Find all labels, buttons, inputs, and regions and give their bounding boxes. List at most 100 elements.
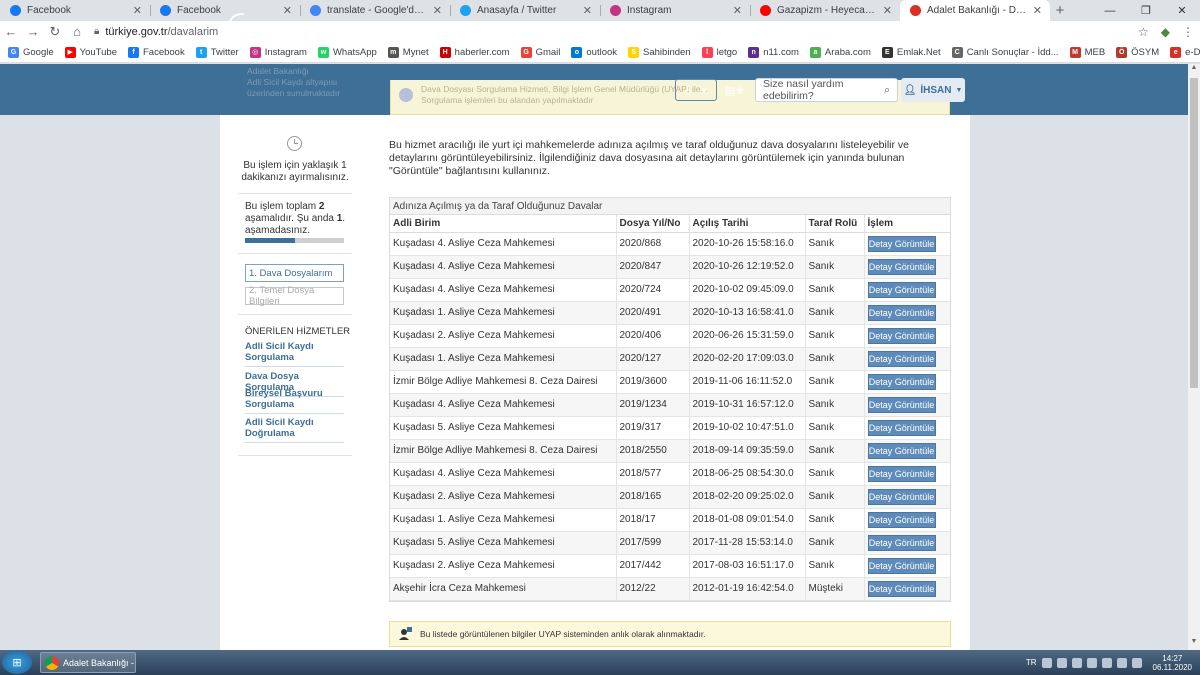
close-window-icon[interactable]: ✕ xyxy=(1164,0,1200,21)
bookmark-item[interactable]: m Mynet xyxy=(387,46,429,58)
bookmark-item[interactable]: Ö ÖSYM xyxy=(1116,46,1159,58)
system-tray: TR 14:27 06.11.2020 xyxy=(1026,650,1192,675)
taskbar-chrome-item[interactable]: Adalet Bakanlığı - ... xyxy=(40,652,136,673)
close-tab-icon[interactable]: ✕ xyxy=(883,4,892,17)
bookmark-item[interactable]: n n11.com xyxy=(748,46,799,58)
browser-tab[interactable]: Anasayfa / Twitter ✕ xyxy=(450,0,600,21)
step-1-button[interactable]: 1. Dava Dosyalarım xyxy=(245,264,344,282)
start-button[interactable]: ⊞ xyxy=(2,651,32,674)
detail-view-button[interactable]: Detay Görüntüle xyxy=(867,373,936,390)
cell-dosya-no: 2017/442 xyxy=(616,554,690,578)
minimize-icon[interactable]: — xyxy=(1092,0,1128,21)
bookmark-item[interactable]: ◎ Instagram xyxy=(249,46,307,58)
youtube-icon xyxy=(760,5,771,16)
bookmark-item[interactable]: t Twitter xyxy=(195,46,239,58)
browser-tab[interactable]: Adalet Bakanlığı - Dava Dosyası ✕ xyxy=(900,0,1050,21)
bookmark-item[interactable]: C Canlı Sonuçlar - İdd... xyxy=(951,46,1059,58)
tray-app-icon[interactable] xyxy=(1041,657,1052,668)
detail-view-button[interactable]: Detay Görüntüle xyxy=(867,235,936,252)
detail-view-button[interactable]: Detay Görüntüle xyxy=(867,488,936,505)
recommended-link-bireysel-basvuru[interactable]: Bireysel Başvuru Sorgulama xyxy=(245,388,344,414)
bookmark-favicon-icon: G xyxy=(520,46,532,58)
card-star-button[interactable]: ▤★ xyxy=(719,79,751,101)
detail-view-button[interactable]: Detay Görüntüle xyxy=(867,304,936,321)
browser-tab[interactable]: Gazapizm - Heyecanı Yok (O ✕ xyxy=(750,0,900,21)
bookmark-item[interactable]: f Facebook xyxy=(127,46,185,58)
page-scrollbar[interactable]: ▲ ▼ xyxy=(1188,64,1200,650)
bookmark-item[interactable]: w WhatsApp xyxy=(317,46,377,58)
cell-islem: Detay Görüntüle xyxy=(864,370,950,394)
turkiye-logo[interactable]: türkiye.gov.tr xyxy=(223,8,358,44)
language-indicator[interactable]: TR xyxy=(1026,658,1037,667)
table-row: Kuşadası 4. Asliye Ceza Mahkemesi 2019/12… xyxy=(390,393,950,417)
recommended-link-adli-sicil-dogrulama[interactable]: Adli Sicil Kaydı Doğrulama xyxy=(245,417,344,443)
bookmark-favicon-icon: M xyxy=(1069,46,1081,58)
bookmark-item[interactable]: ▶ YouTube xyxy=(64,46,117,58)
browser-tab[interactable]: Facebook ✕ xyxy=(0,0,150,21)
recommended-link-adli-sicil-sorgulama[interactable]: Adli Sicil Kaydı Sorgulama xyxy=(245,341,344,367)
tray-app-icon[interactable] xyxy=(1086,657,1097,668)
scroll-thumb[interactable] xyxy=(1190,78,1198,388)
scroll-up-icon[interactable]: ▲ xyxy=(1188,64,1200,76)
cell-islem: Detay Görüntüle xyxy=(864,485,950,509)
bookmark-star-icon[interactable]: ☆ xyxy=(1138,25,1149,39)
close-tab-icon[interactable]: ✕ xyxy=(433,4,442,17)
accessibility-button[interactable]: ♿︎ ▼ xyxy=(675,79,717,101)
reload-icon[interactable]: ↻ xyxy=(44,24,66,40)
home-icon[interactable]: ⌂ xyxy=(66,24,88,39)
detail-view-button[interactable]: Detay Görüntüle xyxy=(867,534,936,551)
close-tab-icon[interactable]: ✕ xyxy=(133,4,142,17)
close-tab-icon[interactable]: ✕ xyxy=(1033,4,1042,17)
cell-islem: Detay Görüntüle xyxy=(864,393,950,417)
detail-view-button[interactable]: Detay Görüntüle xyxy=(867,465,936,482)
cell-islem: Detay Görüntüle xyxy=(864,255,950,279)
maximize-icon[interactable]: ❐ xyxy=(1128,0,1164,21)
back-icon[interactable]: ← xyxy=(0,24,22,39)
menu-kebab-icon[interactable]: ⋮ xyxy=(1182,25,1194,39)
detail-view-button[interactable]: Detay Görüntüle xyxy=(867,327,936,344)
site-search-input[interactable]: Size nasıl yardım edebilirim? ⌕ xyxy=(755,78,898,102)
close-tab-icon[interactable]: ✕ xyxy=(733,4,742,17)
extension-icon[interactable]: ◆ xyxy=(1161,25,1170,39)
detail-view-button[interactable]: Detay Görüntüle xyxy=(867,580,936,597)
scroll-down-icon[interactable]: ▼ xyxy=(1188,638,1200,650)
bookmark-label: outlook xyxy=(586,46,618,58)
bookmark-item[interactable]: ee-Devlet xyxy=(1170,46,1200,58)
cell-acilis-tarihi: 2020-02-20 17:09:03.0 xyxy=(689,347,806,371)
bookmark-item[interactable]: G Gmail xyxy=(520,46,560,58)
new-tab-button[interactable]: + xyxy=(1050,0,1070,21)
tray-app-icon[interactable] xyxy=(1101,657,1112,668)
detail-view-button[interactable]: Detay Görüntüle xyxy=(867,442,936,459)
detail-view-button[interactable]: Detay Görüntüle xyxy=(867,557,936,574)
bookmark-item[interactable]: G Google xyxy=(8,46,54,58)
browser-tab[interactable]: Instagram ✕ xyxy=(600,0,750,21)
turkiye-icon xyxy=(910,5,921,16)
search-icon[interactable]: ⌕ xyxy=(884,84,890,97)
detail-view-button[interactable]: Detay Görüntüle xyxy=(867,511,936,528)
tray-app-icon[interactable] xyxy=(1071,657,1082,668)
detail-view-button[interactable]: Detay Görüntüle xyxy=(867,281,936,298)
volume-icon[interactable] xyxy=(1131,657,1142,668)
bookmark-favicon-icon: E xyxy=(881,46,893,58)
cell-dosya-no: 2020/491 xyxy=(616,301,690,325)
user-menu-button[interactable]: 👤︎ İHSAN ▼ xyxy=(901,78,965,102)
detail-view-button[interactable]: Detay Görüntüle xyxy=(867,350,936,367)
uyap-info-note: Bu listede görüntülenen bilgiler UYAP si… xyxy=(389,621,951,647)
bookmark-item[interactable]: o outlook xyxy=(571,46,618,58)
network-icon[interactable] xyxy=(1116,657,1127,668)
detail-view-button[interactable]: Detay Görüntüle xyxy=(867,258,936,275)
bookmark-item[interactable]: E Emlak.Net xyxy=(881,46,941,58)
detail-view-button[interactable]: Detay Görüntüle xyxy=(867,419,936,436)
bookmark-item[interactable]: l letgo xyxy=(701,46,737,58)
bookmark-label: Instagram xyxy=(264,46,307,58)
forward-icon[interactable]: → xyxy=(22,24,44,39)
tray-app-icon[interactable] xyxy=(1056,657,1067,668)
close-tab-icon[interactable]: ✕ xyxy=(583,4,592,17)
bookmark-item[interactable]: a Araba.com xyxy=(809,46,871,58)
bookmark-item[interactable]: M MEB xyxy=(1069,46,1105,58)
bookmark-item[interactable]: S Sahibinden xyxy=(628,46,691,58)
cell-taraf-rolu: Sanık xyxy=(805,278,865,302)
taskbar-clock[interactable]: 14:27 06.11.2020 xyxy=(1153,654,1192,672)
detail-view-button[interactable]: Detay Görüntüle xyxy=(867,396,936,413)
bookmark-item[interactable]: Hhaberler.com xyxy=(439,46,510,58)
